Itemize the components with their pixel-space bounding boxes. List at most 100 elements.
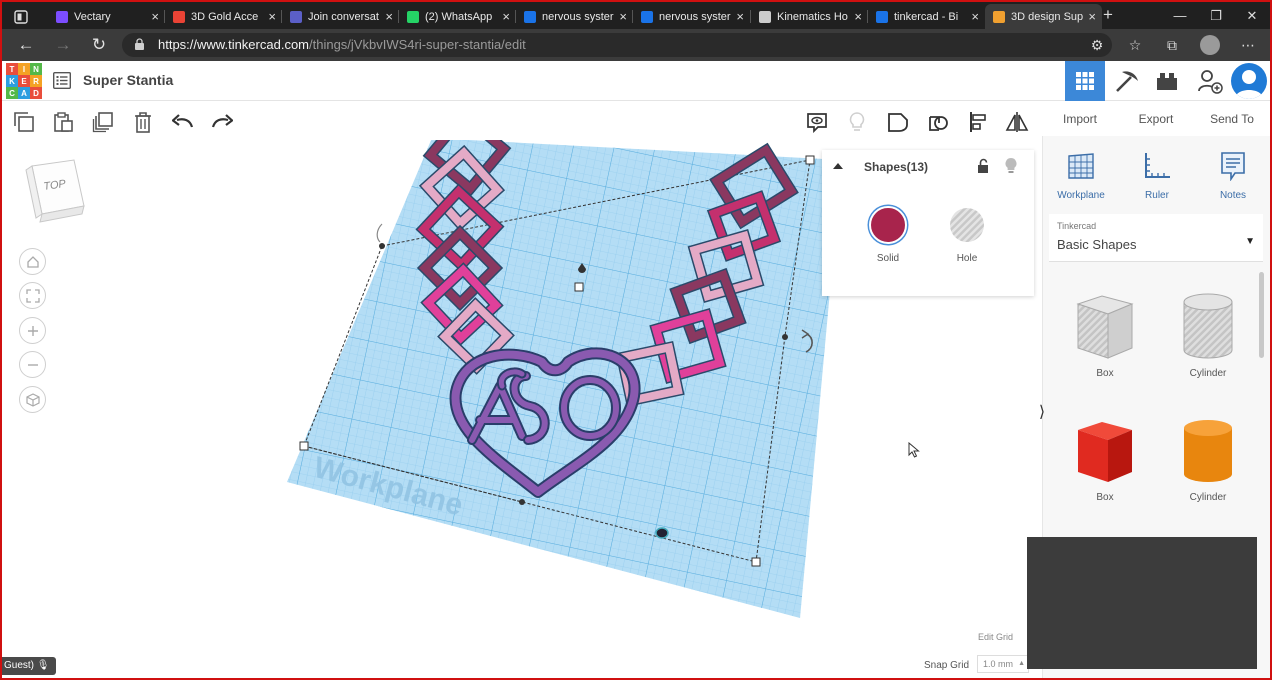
ruler-tool-label: Ruler bbox=[1145, 190, 1169, 201]
shape-box-hatched[interactable]: Box bbox=[1060, 292, 1150, 379]
browser-tab[interactable]: tinkercad - Bi × bbox=[868, 4, 985, 29]
close-tab-icon[interactable]: × bbox=[385, 9, 393, 24]
tab-actions-button[interactable] bbox=[6, 4, 46, 29]
browser-tab[interactable]: Join conversat × bbox=[282, 4, 399, 29]
screen: Vectary × 3D Gold Acce × Join conversat × (2) … bbox=[0, 0, 1272, 680]
resize-handle[interactable] bbox=[805, 155, 815, 165]
close-tab-icon[interactable]: × bbox=[502, 9, 510, 24]
design-list-icon[interactable] bbox=[53, 72, 71, 89]
close-tab-icon[interactable]: × bbox=[268, 9, 276, 24]
tracking-prevention-icon[interactable]: ⚙ bbox=[1087, 35, 1107, 55]
browser-tab[interactable]: Vectary × bbox=[48, 4, 165, 29]
shape-box-solid[interactable]: Box bbox=[1060, 418, 1150, 503]
blocks-view-button[interactable] bbox=[1107, 61, 1147, 101]
resize-handle[interactable] bbox=[782, 334, 788, 340]
user-avatar[interactable] bbox=[1231, 63, 1267, 99]
light-bulb-button[interactable] bbox=[845, 110, 869, 134]
collapse-sidebar-icon[interactable]: ⟩ bbox=[1034, 400, 1050, 426]
group-icon bbox=[888, 113, 908, 132]
redo-button[interactable] bbox=[210, 110, 234, 134]
notes-tool[interactable]: Notes bbox=[1203, 150, 1263, 201]
solid-label: Solid bbox=[876, 253, 900, 264]
duplicate-button[interactable] bbox=[91, 110, 115, 134]
rotate-arrow-icon[interactable] bbox=[376, 223, 383, 243]
browser-tab[interactable]: Kinematics Ho × bbox=[751, 4, 868, 29]
tab-separator bbox=[164, 10, 165, 23]
close-tab-icon[interactable]: × bbox=[151, 9, 159, 24]
hole-option[interactable]: Hole bbox=[937, 206, 997, 264]
tinkercad-logo[interactable]: TINKERCAD bbox=[6, 63, 42, 99]
snap-grid-select[interactable]: 1.0 mm ▲ bbox=[977, 655, 1029, 673]
ungroup-button[interactable] bbox=[926, 110, 950, 134]
favorites-star-icon[interactable]: ☆ bbox=[1125, 35, 1145, 55]
3d-design-view-button[interactable] bbox=[1065, 61, 1105, 101]
workplane-tool[interactable]: Workplane bbox=[1051, 150, 1111, 201]
resize-handle[interactable] bbox=[299, 441, 309, 451]
paste-button[interactable] bbox=[51, 110, 75, 134]
close-tab-icon[interactable]: × bbox=[1088, 9, 1096, 24]
close-tab-icon[interactable]: × bbox=[854, 9, 862, 24]
resize-handle[interactable] bbox=[519, 499, 525, 505]
tab-separator bbox=[632, 10, 633, 23]
hide-shape-icon[interactable] bbox=[1004, 157, 1018, 174]
guest-label: Guest) bbox=[4, 660, 35, 671]
browser-tab[interactable]: 3D design Sup × bbox=[985, 4, 1102, 29]
muted-mic-icon: 🎙 bbox=[36, 660, 50, 671]
address-bar[interactable]: https://www.tinkercad.com/things/jVkbvIW… bbox=[122, 33, 1112, 57]
browser-tab[interactable]: 3D Gold Acce × bbox=[165, 4, 282, 29]
export-button[interactable]: Export bbox=[1118, 102, 1194, 136]
back-icon[interactable]: ← bbox=[15, 34, 37, 56]
bricks-view-button[interactable] bbox=[1147, 61, 1187, 101]
notes-tool-button[interactable] bbox=[805, 110, 829, 134]
forward-icon[interactable]: → bbox=[52, 34, 74, 56]
align-button[interactable] bbox=[966, 110, 990, 134]
restore-icon[interactable]: ❐ bbox=[1198, 2, 1234, 29]
collapse-panel-icon[interactable] bbox=[832, 160, 844, 172]
import-button[interactable]: Import bbox=[1042, 102, 1118, 136]
shapes-count-title: Shapes(13) bbox=[864, 160, 929, 174]
browser-tab[interactable]: nervous syster × bbox=[633, 4, 750, 29]
lock-shape-icon[interactable] bbox=[976, 158, 990, 174]
zoom-in-button[interactable] bbox=[19, 317, 46, 344]
projection-toggle-button[interactable] bbox=[19, 386, 46, 413]
browser-tab[interactable]: (2) WhatsApp × bbox=[399, 4, 516, 29]
view-cube[interactable]: TOP bbox=[24, 158, 88, 224]
zoom-out-button[interactable] bbox=[19, 351, 46, 378]
collections-icon[interactable]: ⧉ bbox=[1162, 35, 1182, 55]
shape-library-dropdown[interactable]: Tinkercad Basic Shapes ▼ bbox=[1049, 214, 1263, 262]
send-to-button[interactable]: Send To bbox=[1194, 102, 1270, 136]
ruler-tool[interactable]: Ruler bbox=[1127, 150, 1187, 201]
shape-cylinder-hatched[interactable]: Cylinder bbox=[1163, 292, 1253, 379]
resize-handle[interactable] bbox=[379, 243, 385, 249]
close-window-icon[interactable]: ✕ bbox=[1234, 2, 1270, 29]
3d-canvas[interactable]: Workplane TOP Shapes(13) Solid Hole Edit… bbox=[2, 140, 1042, 678]
height-handle[interactable] bbox=[574, 282, 584, 292]
browser-tab[interactable]: nervous syster × bbox=[516, 4, 633, 29]
close-tab-icon[interactable]: × bbox=[971, 9, 979, 24]
invite-user-button[interactable] bbox=[1190, 61, 1230, 101]
group-button[interactable] bbox=[886, 110, 910, 134]
browser-profile-avatar[interactable] bbox=[1200, 35, 1220, 55]
minimize-icon[interactable]: — bbox=[1162, 2, 1198, 29]
browser-menu-icon[interactable]: ⋯ bbox=[1238, 35, 1258, 55]
shape-cylinder-solid[interactable]: Cylinder bbox=[1163, 418, 1253, 503]
close-tab-icon[interactable]: × bbox=[736, 9, 744, 24]
mirror-button[interactable] bbox=[1005, 110, 1029, 134]
browser-tab-strip: Vectary × 3D Gold Acce × Join conversat × (2) … bbox=[2, 2, 1270, 29]
solid-color-swatch[interactable] bbox=[869, 206, 907, 244]
copy-button[interactable] bbox=[12, 110, 36, 134]
new-tab-button[interactable]: + bbox=[1103, 5, 1113, 25]
project-title[interactable]: Super Stantia bbox=[83, 72, 173, 88]
rotate-handle[interactable] bbox=[655, 527, 669, 539]
fit-view-button[interactable] bbox=[19, 282, 46, 309]
tinkercad-icon bbox=[993, 10, 1005, 23]
undo-button[interactable] bbox=[171, 110, 195, 134]
home-view-button[interactable] bbox=[19, 248, 46, 275]
sidebar-scrollbar[interactable] bbox=[1259, 272, 1264, 358]
solid-option[interactable]: Solid bbox=[858, 206, 918, 264]
delete-button[interactable] bbox=[131, 110, 155, 134]
resize-handle[interactable] bbox=[751, 557, 761, 567]
edit-grid-button[interactable]: Edit Grid bbox=[978, 632, 1013, 642]
refresh-icon[interactable]: ↻ bbox=[88, 34, 110, 56]
close-tab-icon[interactable]: × bbox=[619, 9, 627, 24]
